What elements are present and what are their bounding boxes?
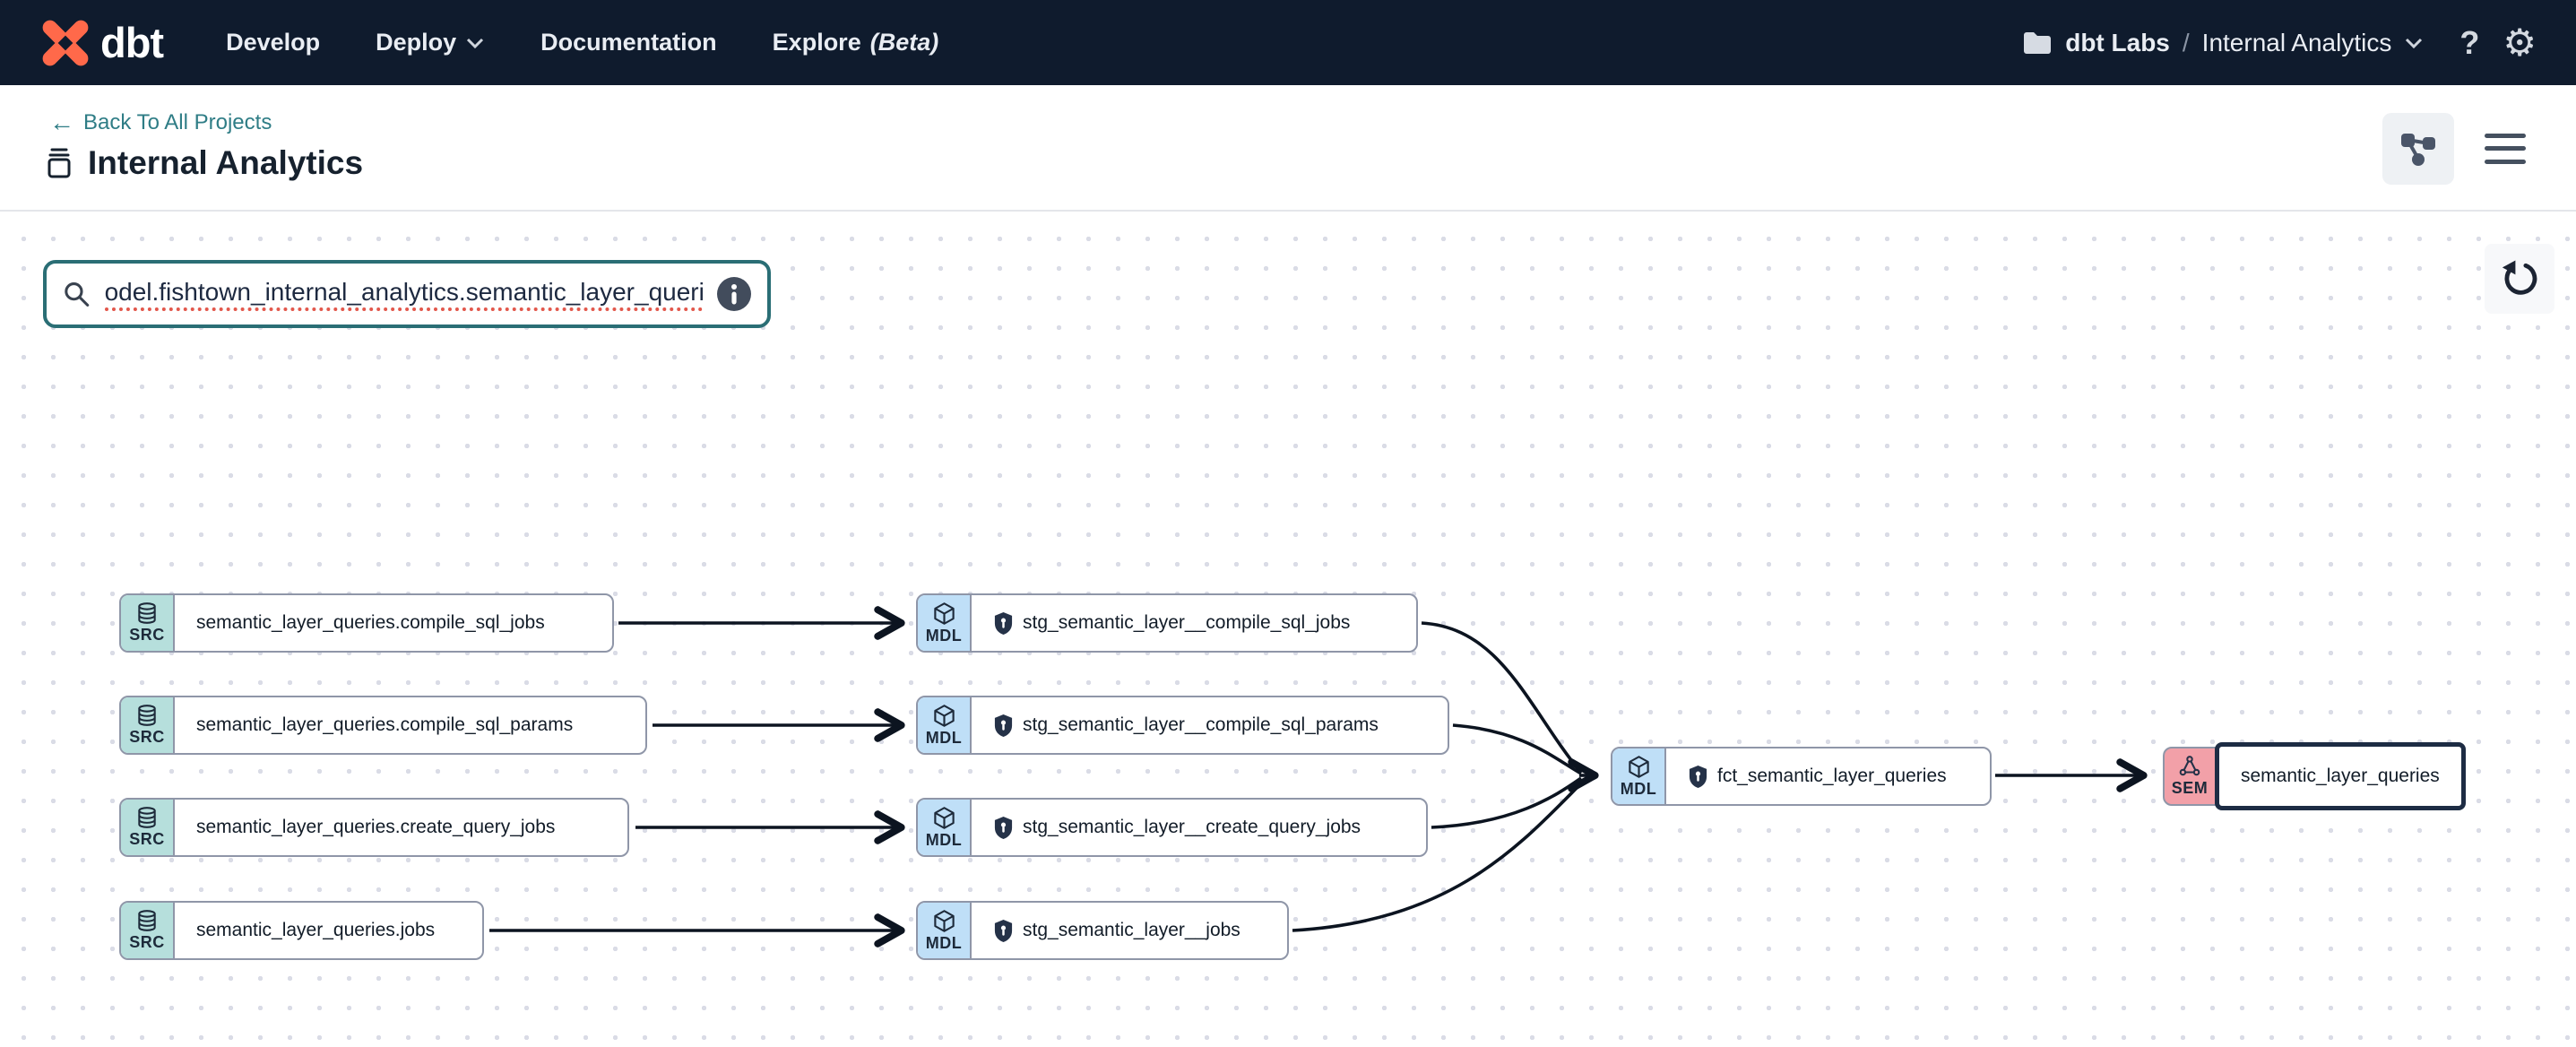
page-title: Internal Analytics	[45, 144, 363, 182]
node-label: semantic_layer_queries.compile_sql_jobs	[196, 612, 545, 634]
shield-lock-icon	[993, 816, 1014, 840]
database-icon	[135, 601, 159, 625]
node-label: stg_semantic_layer__create_query_jobs	[1023, 817, 1361, 838]
main-nav: Develop Deploy Documentation Explore (Be…	[226, 29, 938, 56]
top-navbar: dbt Develop Deploy Documentation Explore…	[0, 0, 2576, 85]
nav-develop[interactable]: Develop	[226, 29, 320, 56]
header-actions	[2382, 85, 2526, 212]
database-icon	[135, 704, 159, 727]
node-model-stg-jobs[interactable]: MDL stg_semantic_layer__jobs	[916, 901, 1289, 960]
lineage-view-button[interactable]	[2382, 113, 2454, 185]
lineage-graph-icon	[2399, 129, 2438, 169]
node-label: fct_semantic_layer_queries	[1717, 766, 1947, 787]
beta-tag: (Beta)	[870, 29, 939, 56]
shield-lock-icon	[993, 919, 1014, 943]
folder-icon	[2022, 30, 2053, 56]
reset-rotate-icon	[2499, 258, 2540, 299]
node-label: semantic_layer_queries.jobs	[196, 920, 435, 941]
node-source-compile-sql-params[interactable]: SRC semantic_layer_queries.compile_sql_p…	[119, 696, 647, 755]
info-icon[interactable]	[717, 277, 751, 311]
node-label: stg_semantic_layer__jobs	[1023, 920, 1240, 941]
search-value: odel.fishtown_internal_analytics.semanti…	[105, 278, 703, 311]
dbt-logo[interactable]: dbt	[39, 17, 163, 69]
database-icon	[135, 909, 159, 932]
account-name: dbt Labs	[2065, 29, 2170, 57]
back-arrow-icon: ←	[49, 108, 74, 137]
project-name: Internal Analytics	[2202, 29, 2392, 57]
settings-gear-icon[interactable]: ⚙	[2503, 24, 2537, 62]
node-label: semantic_layer_queries.create_query_jobs	[196, 817, 555, 838]
node-type-badge: MDL	[918, 595, 972, 651]
node-type-badge: SRC	[121, 903, 175, 958]
cube-icon	[932, 806, 956, 830]
project-icon	[45, 147, 73, 179]
node-label: semantic_layer_queries	[2241, 766, 2440, 787]
nav-documentation[interactable]: Documentation	[540, 29, 717, 56]
back-to-projects-link[interactable]: ← Back To All Projects	[49, 108, 272, 137]
node-type-badge: MDL	[918, 697, 972, 753]
shield-lock-icon	[1688, 765, 1708, 789]
node-semantic-layer-queries-selected[interactable]: SEM semantic_layer_queries	[2163, 747, 2466, 806]
node-model-fct-semantic-layer-queries[interactable]: MDL fct_semantic_layer_queries	[1611, 747, 1992, 806]
breadcrumb-separator: /	[2183, 29, 2190, 57]
nav-deploy[interactable]: Deploy	[376, 29, 485, 56]
chevron-down-icon	[465, 37, 485, 49]
lineage-canvas[interactable]: odel.fishtown_internal_analytics.semanti…	[0, 212, 2576, 1047]
database-icon	[135, 806, 159, 829]
shield-lock-icon	[993, 714, 1014, 738]
node-type-badge: SEM	[2163, 747, 2217, 806]
project-header: ← Back To All Projects Internal Analytic…	[0, 85, 2576, 212]
node-source-create-query-jobs[interactable]: SRC semantic_layer_queries.create_query_…	[119, 798, 629, 857]
node-model-stg-compile-sql-params[interactable]: MDL stg_semantic_layer__compile_sql_para…	[916, 696, 1449, 755]
node-label: stg_semantic_layer__compile_sql_jobs	[1023, 612, 1350, 634]
search-icon	[63, 280, 91, 308]
shield-lock-icon	[993, 611, 1014, 636]
node-type-badge: MDL	[1612, 748, 1666, 804]
lineage-search-input[interactable]: odel.fishtown_internal_analytics.semanti…	[43, 260, 771, 328]
node-type-badge: SRC	[121, 800, 175, 855]
dbt-wordmark: dbt	[100, 18, 163, 67]
node-type-badge: SRC	[121, 595, 175, 651]
account-project-switcher[interactable]: dbt Labs / Internal Analytics	[2022, 29, 2424, 57]
cube-icon	[932, 909, 956, 933]
reset-view-button[interactable]	[2485, 244, 2554, 314]
chevron-down-icon	[2404, 37, 2424, 49]
semantic-graph-icon	[2178, 755, 2201, 778]
cube-icon	[932, 601, 956, 626]
node-type-badge: MDL	[918, 903, 972, 958]
cube-icon	[1627, 755, 1651, 779]
node-model-stg-create-query-jobs[interactable]: MDL stg_semantic_layer__create_query_job…	[916, 798, 1428, 857]
node-label: stg_semantic_layer__compile_sql_params	[1023, 714, 1379, 736]
cube-icon	[932, 704, 956, 728]
navbar-right: dbt Labs / Internal Analytics ? ⚙	[2022, 24, 2537, 62]
dbt-logo-icon	[39, 17, 91, 69]
help-icon[interactable]: ?	[2459, 24, 2479, 62]
node-source-compile-sql-jobs[interactable]: SRC semantic_layer_queries.compile_sql_j…	[119, 593, 614, 653]
node-type-badge: MDL	[918, 800, 972, 855]
node-model-stg-compile-sql-jobs[interactable]: MDL stg_semantic_layer__compile_sql_jobs	[916, 593, 1418, 653]
nav-explore[interactable]: Explore (Beta)	[773, 29, 939, 56]
menu-hamburger-button[interactable]	[2485, 131, 2526, 167]
node-source-jobs[interactable]: SRC semantic_layer_queries.jobs	[119, 901, 484, 960]
node-label: semantic_layer_queries.compile_sql_param…	[196, 714, 573, 736]
node-type-badge: SRC	[121, 697, 175, 753]
